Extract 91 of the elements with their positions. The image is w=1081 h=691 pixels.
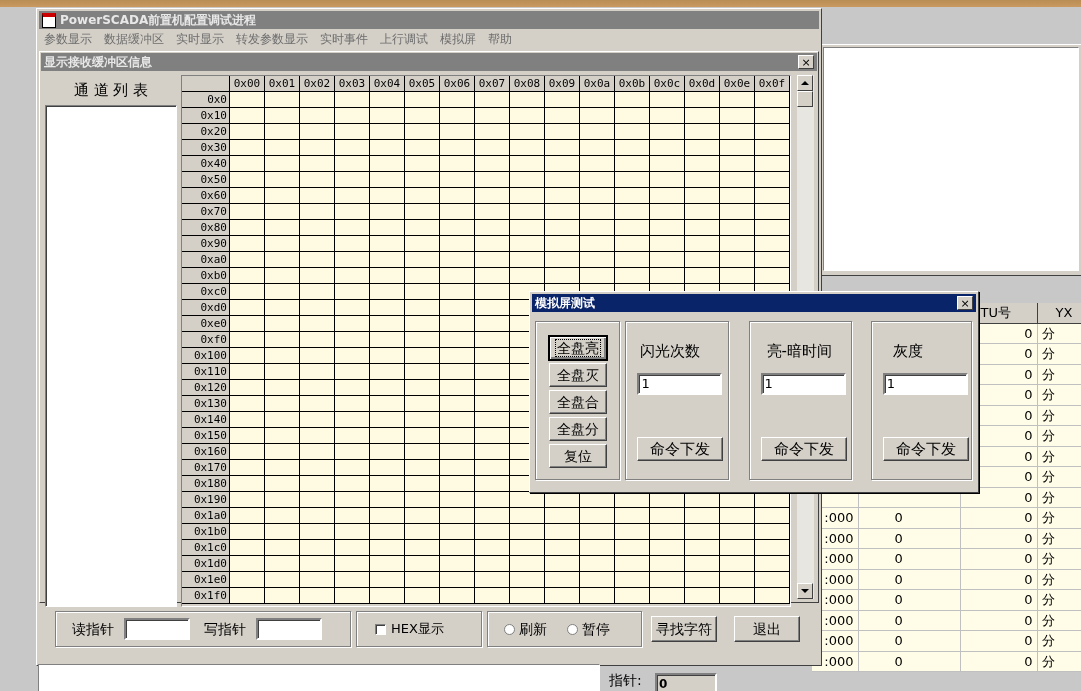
row-header: 0x1d0	[182, 556, 230, 572]
close-button[interactable]: ×	[798, 55, 814, 69]
row-header: 0xa0	[182, 252, 230, 268]
document-icon	[42, 12, 56, 28]
row-header: 0x100	[182, 348, 230, 364]
column-header: 0x04	[370, 76, 405, 92]
row-header: 0x110	[182, 364, 230, 380]
window-title: PowerSCADA前置机配置调试进程	[60, 12, 257, 29]
column-header: 0x00	[230, 76, 265, 92]
row-header: 0x120	[182, 380, 230, 396]
column-header: 0x07	[475, 76, 510, 92]
row-header: 0x170	[182, 460, 230, 476]
send-command-button[interactable]: 命令下发	[882, 436, 969, 461]
panel-button[interactable]: 全盘合	[548, 390, 607, 414]
menu-item[interactable]: 转发参数显示	[236, 30, 308, 48]
column-header: 0x01	[265, 76, 300, 92]
column-header: 0x0a	[580, 76, 615, 92]
panel-title: 通 道 列 表	[72, 80, 150, 101]
row-header: 0xe0	[182, 316, 230, 332]
row-header: 0x40	[182, 156, 230, 172]
setting-label: 亮-暗时间	[766, 341, 833, 362]
row-header: 0x140	[182, 412, 230, 428]
row-header: 0x20	[182, 124, 230, 140]
setting-label: 闪光次数	[640, 341, 702, 362]
row-header: 0x1b0	[182, 524, 230, 540]
row-header: 0x190	[182, 492, 230, 508]
setting-field[interactable]: 1	[760, 372, 846, 395]
column-header: YX	[1037, 303, 1081, 323]
dialog-title: 模拟屏测试	[535, 295, 595, 312]
write-pointer-field[interactable]	[256, 618, 322, 640]
row-header: 0x1f0	[182, 588, 230, 604]
row-header: 0x1c0	[182, 540, 230, 556]
panel-button[interactable]: 全盘分	[548, 417, 607, 441]
row-header: 0x30	[182, 140, 230, 156]
row-header: 0xd0	[182, 300, 230, 316]
read-pointer-field[interactable]	[124, 618, 190, 640]
write-pointer-label: 写指针	[204, 619, 246, 639]
column-header: 0x09	[545, 76, 580, 92]
menu-item[interactable]: 参数显示	[44, 30, 92, 48]
setting-field[interactable]: 1	[882, 372, 968, 395]
scroll-down-button[interactable]	[797, 583, 813, 599]
row-header: 0x70	[182, 204, 230, 220]
pointer-label: 指针:	[609, 671, 642, 690]
action-button[interactable]: 寻找字符	[651, 616, 717, 642]
menu-item[interactable]: 数据缓冲区	[104, 30, 164, 48]
row-header: 0x60	[182, 188, 230, 204]
row-header: 0x10	[182, 108, 230, 124]
row-header: 0x150	[182, 428, 230, 444]
row-header: 0x180	[182, 476, 230, 492]
action-button[interactable]: 退出	[734, 616, 800, 642]
send-command-button[interactable]: 命令下发	[637, 436, 724, 461]
column-header: 0x0c	[650, 76, 685, 92]
menu-item[interactable]: 实时显示	[176, 30, 224, 48]
column-header: 0x03	[335, 76, 370, 92]
radio-button[interactable]: 暂停	[567, 618, 610, 640]
window-title: 显示接收缓冲区信息	[44, 54, 152, 71]
row-header: 0x130	[182, 396, 230, 412]
menu-item[interactable]: 模拟屏	[440, 30, 476, 48]
panel-button[interactable]: 全盘亮	[548, 336, 607, 360]
row-header: 0xb0	[182, 268, 230, 284]
row-header: 0xc0	[182, 284, 230, 300]
row-header: 0x0	[182, 92, 230, 108]
pointer-field[interactable]: 0	[655, 673, 717, 691]
radio-button[interactable]: 刷新	[504, 618, 547, 640]
setting-label: 灰度	[892, 341, 924, 362]
menu-item[interactable]: 实时事件	[320, 30, 368, 48]
column-header: 0x0f	[755, 76, 790, 92]
column-header: 0x05	[405, 76, 440, 92]
column-header: 0x08	[510, 76, 545, 92]
scroll-up-button[interactable]	[797, 75, 813, 91]
send-command-button[interactable]: 命令下发	[760, 436, 847, 461]
row-header: 0x90	[182, 236, 230, 252]
row-header: 0x50	[182, 172, 230, 188]
close-button[interactable]: ×	[957, 296, 973, 310]
setting-field[interactable]: 1	[637, 372, 723, 395]
column-header: 0x0e	[720, 76, 755, 92]
panel-button[interactable]: 全盘灭	[548, 363, 607, 387]
column-header: 0x02	[300, 76, 335, 92]
scroll-thumb[interactable]	[797, 91, 813, 107]
row-header: 0x1a0	[182, 508, 230, 524]
column-header: 0x0d	[685, 76, 720, 92]
menu-item[interactable]: 上行调试	[380, 30, 428, 48]
row-header: 0xf0	[182, 332, 230, 348]
column-header: 0x0b	[615, 76, 650, 92]
row-header: 0x160	[182, 444, 230, 460]
row-header: 0x80	[182, 220, 230, 236]
read-pointer-label: 读指针	[72, 619, 114, 639]
column-header: 0x06	[440, 76, 475, 92]
menu-item[interactable]: 帮助	[488, 30, 512, 48]
row-header: 0x1e0	[182, 572, 230, 588]
panel-button[interactable]: 复位	[548, 444, 607, 468]
